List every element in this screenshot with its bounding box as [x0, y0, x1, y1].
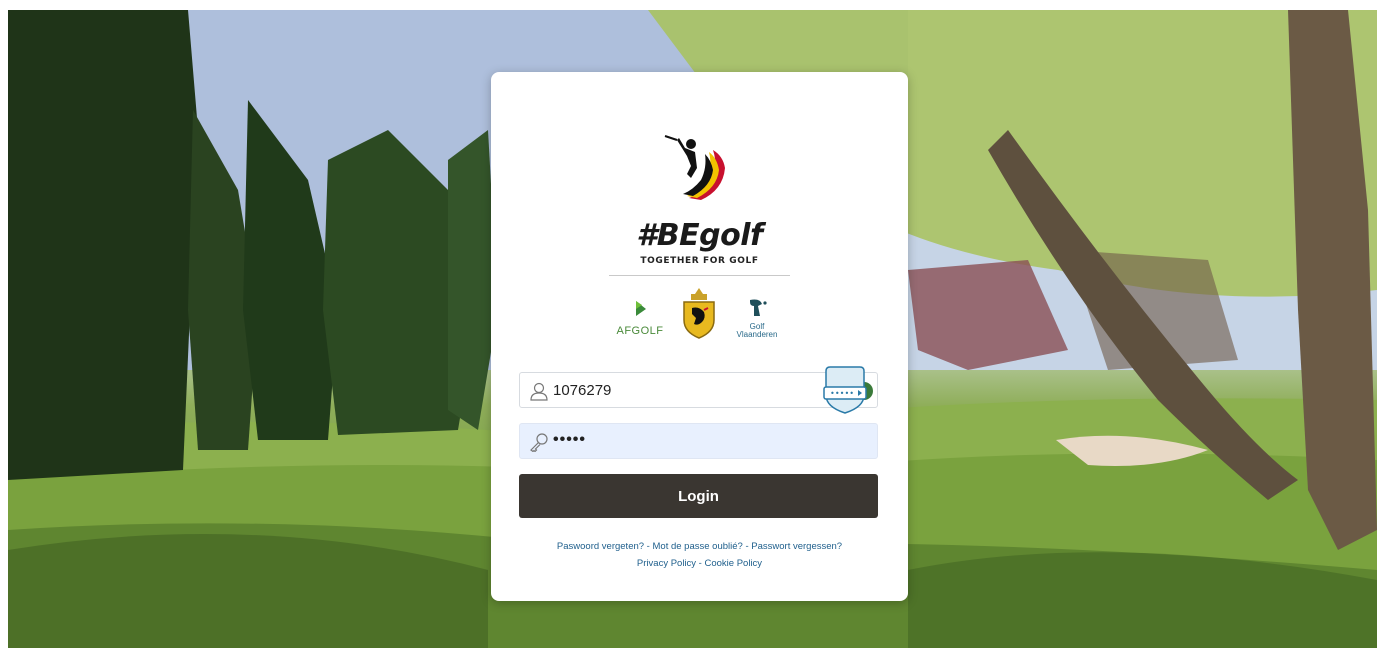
- password-field[interactable]: •••••: [519, 423, 878, 459]
- afgolf-flag-icon: [636, 301, 646, 316]
- afgolf-logo: AFGOLF: [615, 300, 665, 337]
- login-button[interactable]: Login: [519, 474, 878, 518]
- link-separator: -: [742, 541, 752, 552]
- cookie-policy-link[interactable]: Cookie Policy: [705, 558, 763, 569]
- link-separator: -: [644, 541, 653, 552]
- begolf-title: #BEgolf: [636, 218, 763, 253]
- forgot-password-link-fr[interactable]: Mot de passe oublié?: [653, 541, 743, 552]
- belgian-crest-logo-icon: [683, 288, 715, 339]
- golf-vlaanderen-logo: Golf Vlaanderen: [729, 298, 785, 339]
- user-icon: [530, 382, 548, 401]
- key-icon: [530, 433, 548, 452]
- password-manager-icon[interactable]: •••••: [822, 365, 876, 415]
- forgot-password-link-de[interactable]: Passwort vergessen?: [751, 541, 842, 552]
- link-separator: -: [696, 558, 705, 569]
- login-card: #BEgolf TOGETHER FOR GOLF AFGOLF Golf Vl…: [491, 72, 908, 601]
- forgot-password-links: Paswoord vergeten? - Mot de passe oublié…: [491, 541, 908, 552]
- username-value[interactable]: 1076279: [553, 382, 611, 399]
- federation-logos: AFGOLF Golf Vlaanderen: [491, 286, 908, 342]
- policy-links: Privacy Policy - Cookie Policy: [491, 558, 908, 569]
- logo-divider: [609, 275, 790, 276]
- afgolf-label: AFGOLF: [616, 325, 664, 337]
- username-field[interactable]: 1076279 •••••: [519, 366, 878, 414]
- golf-vlaanderen-label-line2: Vlaanderen: [736, 330, 778, 339]
- password-value[interactable]: •••••: [553, 431, 586, 449]
- begolf-golfer-logo-icon: [664, 135, 725, 200]
- begolf-tagline: TOGETHER FOR GOLF: [640, 256, 759, 266]
- privacy-policy-link[interactable]: Privacy Policy: [637, 558, 696, 569]
- forgot-password-link-nl[interactable]: Paswoord vergeten?: [557, 541, 644, 552]
- svg-text:•••••: •••••: [830, 389, 854, 398]
- golf-vlaanderen-icon: [750, 299, 767, 316]
